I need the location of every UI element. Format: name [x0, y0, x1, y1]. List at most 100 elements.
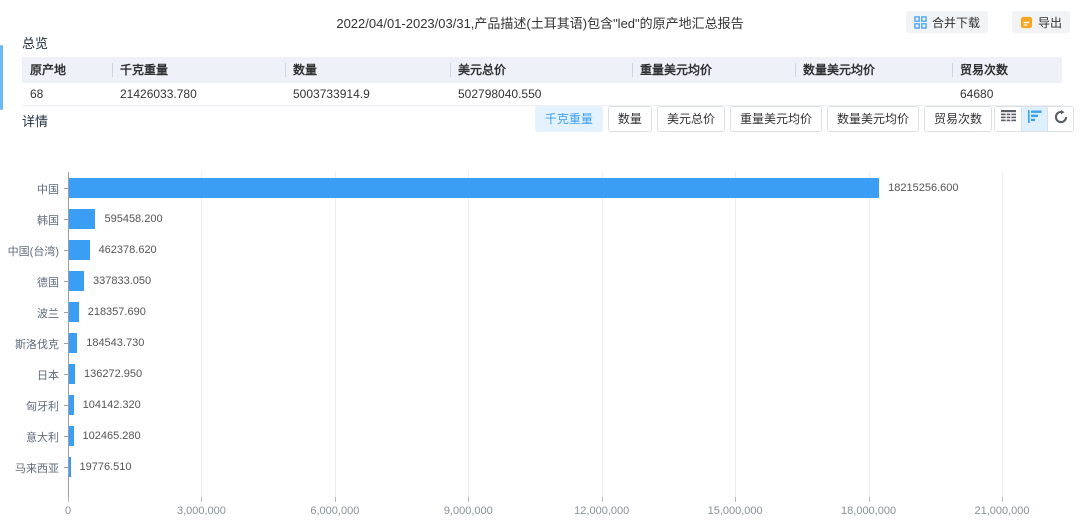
gridline: [869, 172, 870, 497]
y-axis-tick: [64, 312, 68, 313]
overview-table-row: 6821426033.7805003733914.9502798040.550 6…: [22, 83, 1062, 106]
overview-column-header: 贸易次数: [952, 57, 1062, 83]
bar-value-label: 18215256.600: [888, 178, 958, 198]
y-axis-tick: [64, 281, 68, 282]
x-axis-tick: [468, 497, 469, 502]
overview-table-body: 6821426033.7805003733914.9502798040.550 6…: [22, 83, 1062, 106]
x-axis-tick: [735, 497, 736, 502]
x-axis-tick-label: 15,000,000: [708, 505, 763, 517]
metric-tab-数量[interactable]: 数量: [608, 106, 652, 132]
overview-table-header: 原产地千克重量数量美元总价重量美元均价数量美元均价贸易次数: [22, 57, 1062, 83]
y-axis-tick: [64, 467, 68, 468]
overview-table-cell: 5003733914.9: [285, 87, 450, 101]
refresh-icon: [1054, 110, 1068, 129]
merge-icon: [914, 16, 927, 29]
bar-value-label: 595458.200: [104, 209, 162, 229]
gridline: [335, 172, 336, 497]
x-axis-tick: [201, 497, 202, 502]
y-axis-tick: [64, 405, 68, 406]
bar-马来西亚[interactable]: [69, 457, 71, 477]
table-view-icon: [1001, 110, 1016, 128]
x-axis-tick: [335, 497, 336, 502]
category-label: 斯洛伐克: [15, 336, 59, 352]
x-axis-tick-label: 12,000,000: [574, 505, 629, 517]
bar-value-label: 102465.280: [83, 426, 141, 446]
bar-value-label: 337833.050: [93, 271, 151, 291]
bar-value-label: 104142.320: [83, 395, 141, 415]
y-axis-tick: [64, 219, 68, 220]
gridline: [602, 172, 603, 497]
bar-中国[interactable]: [69, 178, 879, 198]
bar-value-label: 136272.950: [84, 364, 142, 384]
x-axis-tick-label: 9,000,000: [444, 505, 493, 517]
category-label: 中国: [37, 181, 59, 197]
category-label: 波兰: [37, 305, 59, 321]
bar-chart-view-icon: [1028, 110, 1042, 128]
category-label: 韩国: [37, 212, 59, 228]
category-label: 马来西亚: [15, 460, 59, 476]
bar-斯洛伐克[interactable]: [69, 333, 77, 353]
bar-value-label: 218357.690: [88, 302, 146, 322]
bar-chart-view-button[interactable]: [1021, 107, 1047, 131]
bar-波兰[interactable]: [69, 302, 79, 322]
x-axis-tick: [1002, 497, 1003, 502]
bar-日本[interactable]: [69, 364, 75, 384]
x-axis-tick-label: 21,000,000: [974, 505, 1029, 517]
bar-中国(台湾)[interactable]: [69, 240, 90, 260]
category-label: 日本: [37, 367, 59, 383]
view-switch-group: [994, 106, 1074, 132]
category-label: 中国(台湾): [8, 243, 59, 259]
export-label: 导出: [1038, 14, 1062, 31]
metric-tab-千克重量[interactable]: 千克重量: [535, 106, 603, 132]
export-button[interactable]: 导出: [1012, 11, 1070, 33]
y-axis-tick: [64, 436, 68, 437]
gridline: [1002, 172, 1003, 497]
y-axis-tick: [64, 188, 68, 189]
gridline: [468, 172, 469, 497]
overview-column-header: 数量: [285, 57, 450, 83]
left-scrollbar-thumb[interactable]: [0, 45, 3, 110]
bar-意大利[interactable]: [69, 426, 74, 446]
report-page: 2022/04/01-2023/03/31,产品描述(土耳其语)包含"led"的…: [0, 0, 1080, 530]
detail-metric-tabs: 千克重量数量美元总价重量美元均价数量美元均价贸易次数: [535, 106, 992, 132]
bar-韩国[interactable]: [69, 209, 95, 229]
bar-匈牙利[interactable]: [69, 395, 74, 415]
gridline: [201, 172, 202, 497]
y-axis-tick: [64, 250, 68, 251]
overview-table-cell: 21426033.780: [112, 87, 285, 101]
details-section-label: 详情: [22, 111, 48, 130]
x-axis-tick-label: 3,000,000: [177, 505, 226, 517]
gridline: [735, 172, 736, 497]
metric-tab-数量美元均价[interactable]: 数量美元均价: [827, 106, 919, 132]
overview-column-header: 千克重量: [112, 57, 285, 83]
x-axis-tick: [602, 497, 603, 502]
bar-德国[interactable]: [69, 271, 84, 291]
overview-table-cell: 64680: [952, 87, 1062, 101]
merge-download-label: 合并下载: [932, 14, 980, 31]
table-view-button[interactable]: [995, 107, 1021, 131]
overview-column-header: 数量美元均价: [795, 57, 952, 83]
x-axis-tick-label: 0: [65, 505, 71, 517]
overview-column-header: 原产地: [22, 57, 112, 83]
metric-tab-贸易次数[interactable]: 贸易次数: [924, 106, 992, 132]
overview-section-label: 总览: [22, 33, 48, 52]
overview-table: 原产地千克重量数量美元总价重量美元均价数量美元均价贸易次数 6821426033…: [22, 57, 1062, 106]
y-axis-tick: [64, 374, 68, 375]
x-axis-tick: [869, 497, 870, 502]
metric-tab-美元总价[interactable]: 美元总价: [657, 106, 725, 132]
category-label: 德国: [37, 274, 59, 290]
merge-download-button[interactable]: 合并下载: [906, 11, 988, 33]
refresh-button[interactable]: [1047, 107, 1073, 131]
overview-table-cell: 502798040.550: [450, 87, 632, 101]
overview-table-cell: 68: [22, 87, 112, 101]
metric-tab-重量美元均价[interactable]: 重量美元均价: [730, 106, 822, 132]
origin-bar-chart: 0 3,000,000 6,000,000 9,000,000 12,000,000 15…: [0, 140, 1080, 525]
x-axis-tick: [68, 497, 69, 502]
y-axis-tick: [64, 343, 68, 344]
export-file-icon: [1020, 16, 1033, 29]
overview-column-header: 美元总价: [450, 57, 632, 83]
x-axis-tick-label: 6,000,000: [310, 505, 359, 517]
x-axis-tick-label: 18,000,000: [841, 505, 896, 517]
bar-value-label: 184543.730: [86, 333, 144, 353]
bar-value-label: 19776.510: [80, 457, 132, 477]
